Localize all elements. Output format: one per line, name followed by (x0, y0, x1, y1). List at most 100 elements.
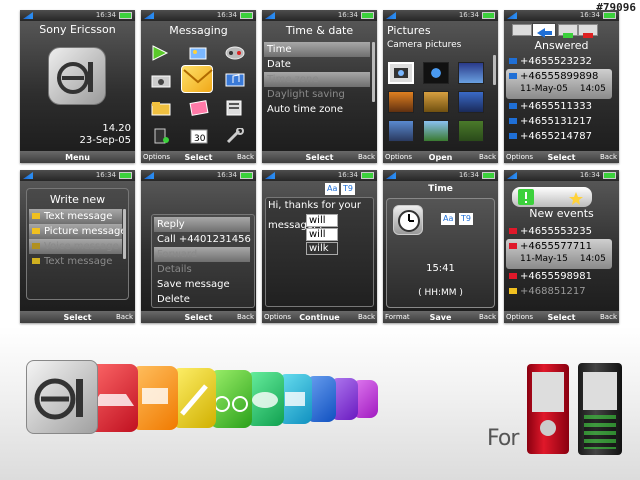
softkey-bar: Options Continue Back (262, 311, 377, 323)
status-bar: 16:34 (504, 170, 619, 181)
message-text-area[interactable]: Hi, thanks for your message. I will will… (265, 197, 374, 307)
call-date: 11-May-05 (520, 84, 568, 94)
event-row[interactable]: +4655553235 (506, 224, 612, 239)
phone-pictures-screen: 16:34 Pictures Camera pictures Options O… (383, 10, 498, 163)
settings-tools-icon[interactable] (225, 127, 244, 144)
call-row[interactable]: +4655131217 (506, 114, 612, 129)
picture-thumbnail[interactable] (388, 91, 414, 113)
list-item-auto-time-zone[interactable]: Auto time zone (264, 102, 370, 117)
folder-icon[interactable] (151, 100, 171, 116)
battery-icon (361, 172, 374, 179)
option-save-message[interactable]: Save message (154, 277, 250, 292)
picture-thumbnail[interactable] (388, 62, 414, 84)
softkey-bar: Select Back (141, 311, 256, 323)
t9-suggestion[interactable]: wilk (306, 242, 338, 255)
tab-dialled[interactable] (558, 24, 578, 38)
messaging-envelope-icon[interactable] (181, 65, 213, 93)
t9-suggestion[interactable]: will (306, 214, 338, 227)
back-softkey[interactable]: Back (479, 313, 496, 321)
back-softkey[interactable]: Back (237, 153, 254, 161)
t9-suggestion[interactable]: will (306, 228, 338, 241)
phone-icon[interactable] (151, 128, 169, 144)
scrollbar[interactable] (493, 55, 496, 85)
tab-answered[interactable] (532, 23, 556, 38)
softkey-bar: Select Back (20, 311, 135, 323)
footer-for-label: For (487, 426, 519, 451)
phone-message-options-screen: 16:34 Reply Call +4401231456 Forward Det… (141, 170, 256, 323)
menu-item-text-message-2[interactable]: Text message (29, 254, 122, 269)
event-row[interactable]: +4655598981 (506, 269, 612, 284)
picture-thumbnail[interactable] (458, 120, 484, 142)
camera-icon[interactable] (151, 72, 171, 88)
option-delete[interactable]: Delete (154, 292, 250, 307)
list-item-time[interactable]: Time (264, 42, 370, 57)
svg-text:30: 30 (194, 134, 206, 144)
status-time: 16:34 (216, 11, 237, 19)
call-row-expanded[interactable]: +46555899898 11-May-05 14:05 (506, 69, 612, 99)
option-forward[interactable]: Forward (154, 247, 250, 262)
notes-icon[interactable] (189, 100, 209, 116)
signal-icon (23, 172, 33, 179)
scrollbar[interactable] (372, 42, 375, 102)
bicycle-icon (210, 370, 252, 428)
picture-thumbnail[interactable] (423, 120, 449, 142)
alert-icon[interactable] (516, 189, 536, 205)
softkey-bar: Format Save Back (383, 311, 498, 323)
filemanager-icon[interactable] (225, 100, 243, 116)
picture-thumbnail[interactable] (423, 62, 449, 84)
picture-thumbnail[interactable] (458, 62, 484, 84)
battery-icon (603, 12, 616, 19)
music-icon[interactable] (225, 72, 245, 88)
star-icon[interactable] (568, 190, 584, 205)
time-value-field[interactable]: 15:41 (383, 263, 498, 274)
picture-thumbnail[interactable] (423, 91, 449, 113)
event-row[interactable]: +468851217 (506, 284, 612, 299)
option-details[interactable]: Details (154, 262, 250, 277)
phone-messaging-screen: 16:34 Messaging 30 Options Select Back (141, 10, 256, 163)
play-icon[interactable] (151, 45, 169, 61)
phone-compose-screen: 16:34 Aa T9 Hi, thanks for your message.… (262, 170, 377, 323)
screen-subtitle: Camera pictures (387, 40, 462, 50)
option-call[interactable]: Call +4401231456 (154, 232, 251, 247)
list-item-daylight-saving[interactable]: Daylight saving (264, 87, 370, 102)
call-number: +4655523232 (520, 56, 593, 67)
back-softkey[interactable]: Back (358, 313, 375, 321)
calendar-icon[interactable]: 30 (189, 128, 208, 144)
status-bar: 16:34 (141, 10, 256, 21)
signal-icon (265, 12, 275, 19)
call-row[interactable]: +4655523232 (506, 54, 612, 69)
menu-item-text-message[interactable]: Text message (29, 209, 122, 224)
status-bar: 16:34 (20, 170, 135, 181)
call-row[interactable]: +4655511333 (506, 99, 612, 114)
call-number: +4655131217 (520, 116, 593, 127)
back-softkey[interactable]: Back (479, 153, 496, 161)
back-softkey[interactable]: Back (116, 313, 133, 321)
back-softkey[interactable]: Back (358, 153, 375, 161)
back-softkey[interactable]: Back (600, 153, 617, 161)
menu-item-picture-message[interactable]: Picture message (29, 224, 127, 239)
call-row[interactable]: +4655214787 (506, 129, 612, 144)
status-time: 16:34 (337, 171, 358, 179)
event-row-expanded[interactable]: +4655577711 11-May-15 14:05 (506, 239, 612, 269)
scrollbar[interactable] (123, 209, 126, 259)
option-reply[interactable]: Reply (154, 217, 250, 232)
menu-item-voice-message[interactable]: Voice message (29, 239, 122, 254)
call-time: 14:05 (579, 84, 606, 94)
phone-time-date-screen: 16:34 Time & date Time Date Time zone Da… (262, 10, 377, 163)
list-item-time-zone[interactable]: Time zone (264, 72, 370, 87)
games-icon[interactable] (225, 45, 245, 61)
list-item-date[interactable]: Date (264, 57, 370, 72)
input-mode-case: Aa (441, 213, 456, 225)
tab-missed[interactable] (578, 24, 598, 38)
menu-item-label: Picture message (44, 226, 127, 237)
black-phone-image (578, 363, 622, 455)
phone-answered-calls-screen: 16:34 Answered +4655523232 +46555899898 … (504, 10, 619, 163)
back-softkey[interactable]: Back (600, 313, 617, 321)
softkey-bar: Menu (20, 151, 135, 163)
tab-all-calls[interactable] (512, 24, 532, 36)
picture-thumbnail[interactable] (388, 120, 414, 142)
back-softkey[interactable]: Back (237, 313, 254, 321)
menu-softkey[interactable]: Menu (20, 153, 135, 162)
picture-thumbnail[interactable] (458, 91, 484, 113)
pictures-icon[interactable] (189, 45, 207, 61)
